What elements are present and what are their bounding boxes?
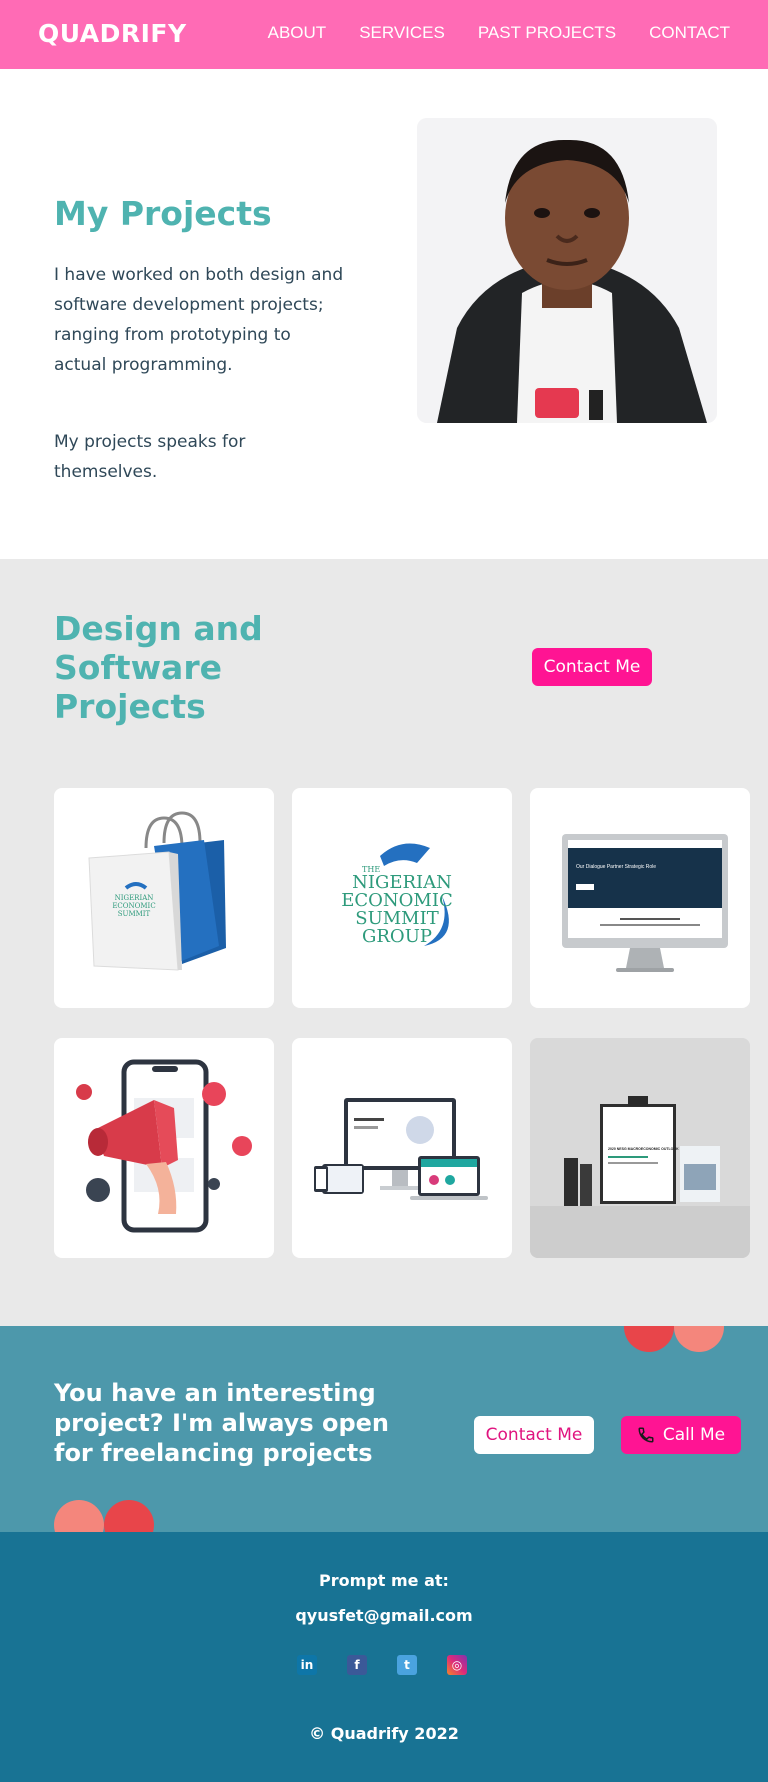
social-links: in f t ◎ bbox=[297, 1655, 467, 1675]
nav-item-services[interactable]: SERVICES bbox=[359, 23, 445, 43]
cta-contact-button[interactable]: Contact Me bbox=[474, 1416, 594, 1454]
cta-section: You have an interesting project? I'm alw… bbox=[0, 1326, 768, 1532]
decor-circle bbox=[624, 1326, 674, 1352]
instagram-icon[interactable]: ◎ bbox=[447, 1655, 467, 1675]
decor-circle bbox=[54, 1500, 104, 1532]
call-me-button[interactable]: Call Me bbox=[621, 1416, 741, 1454]
poster-title: 2020 NESG MACROECONOMIC OUTLOOK bbox=[608, 1147, 679, 1151]
project-card-shopping-bags[interactable]: NIGERIAN ECONOMIC SUMMIT bbox=[54, 788, 274, 1008]
footer-prompt: Prompt me at: bbox=[319, 1571, 449, 1590]
call-me-label: Call Me bbox=[662, 1425, 726, 1445]
projects-title: Design and Software Projects bbox=[54, 609, 263, 726]
top-nav: QUADRIFY ABOUT SERVICES PAST PROJECTS CO… bbox=[0, 0, 768, 69]
hero-paragraph-1: I have worked on both design and softwar… bbox=[54, 265, 344, 375]
svg-text:ECONOMIC: ECONOMIC bbox=[112, 902, 155, 910]
project-card-responsive-website[interactable] bbox=[292, 1038, 512, 1258]
project-card-poster-mockup[interactable]: 2020 NESG MACROECONOMIC OUTLOOK bbox=[530, 1038, 750, 1258]
footer: Prompt me at: qyusfet@gmail.com in f t ◎… bbox=[0, 1532, 768, 1782]
phone-icon bbox=[638, 1427, 654, 1443]
projects-section: Design and Software Projects Contact Me … bbox=[0, 559, 768, 1326]
footer-copyright: © Quadrify 2022 bbox=[309, 1724, 459, 1743]
nesg-logo-line-5: GROUP bbox=[362, 926, 432, 947]
website-hero-heading: Our Dialogue Partner Strategic Role bbox=[576, 864, 656, 870]
decor-circle bbox=[104, 1500, 154, 1532]
contact-me-button[interactable]: Contact Me bbox=[532, 648, 652, 686]
nav-item-about[interactable]: ABOUT bbox=[268, 23, 327, 43]
profile-photo bbox=[417, 118, 717, 423]
decor-circle bbox=[674, 1326, 724, 1352]
cta-text: You have an interesting project? I'm alw… bbox=[54, 1379, 389, 1467]
project-card-website-monitor[interactable]: Our Dialogue Partner Strategic Role bbox=[530, 788, 750, 1008]
hero-paragraph-2: My projects speaks for themselves. bbox=[54, 432, 246, 482]
footer-email[interactable]: qyusfet@gmail.com bbox=[0, 1606, 768, 1625]
nav-item-contact[interactable]: CONTACT bbox=[649, 23, 730, 43]
brand-logo[interactable]: QUADRIFY bbox=[38, 19, 187, 48]
svg-text:NIGERIAN: NIGERIAN bbox=[115, 894, 154, 902]
project-card-nesg-logo[interactable]: THE NIGERIAN ECONOMIC SUMMIT GROUP bbox=[292, 788, 512, 1008]
linkedin-icon[interactable]: in bbox=[297, 1655, 317, 1675]
nav-links: ABOUT SERVICES PAST PROJECTS CONTACT bbox=[268, 23, 730, 43]
facebook-icon[interactable]: f bbox=[347, 1655, 367, 1675]
nav-item-past-projects[interactable]: PAST PROJECTS bbox=[478, 23, 616, 43]
hero-title: My Projects bbox=[54, 194, 272, 233]
twitter-icon[interactable]: t bbox=[397, 1655, 417, 1675]
svg-text:SUMMIT: SUMMIT bbox=[118, 910, 151, 918]
project-card-social-marketing[interactable] bbox=[54, 1038, 274, 1258]
